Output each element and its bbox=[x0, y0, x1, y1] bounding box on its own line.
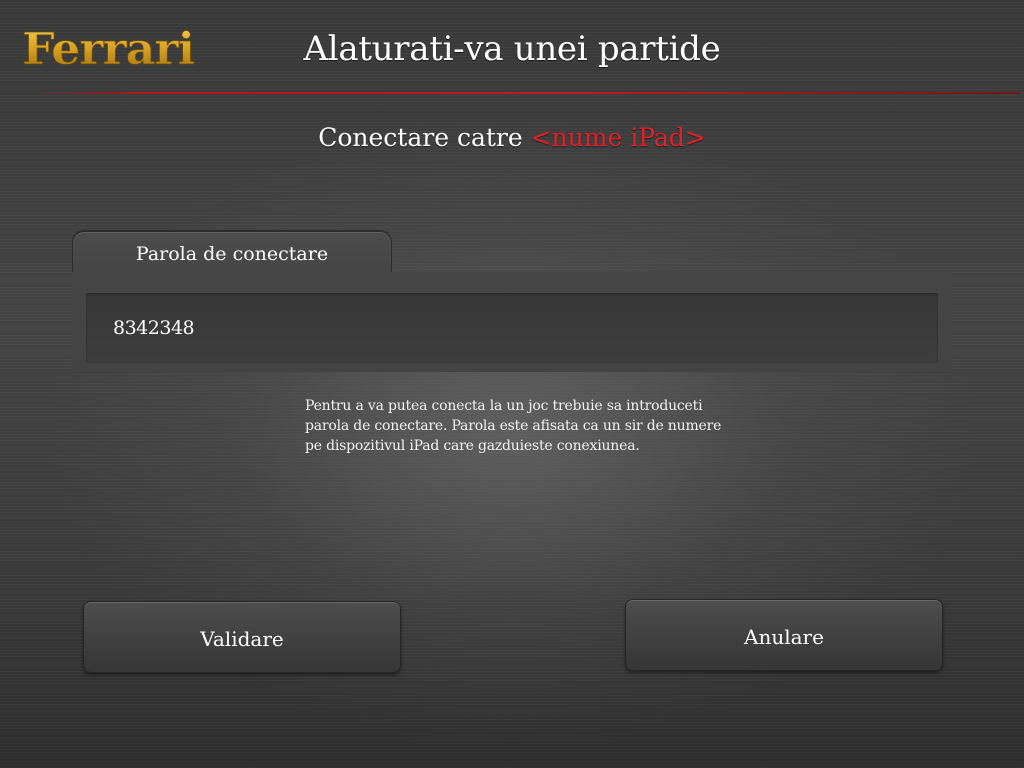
password-tab: Parola de conectare bbox=[72, 231, 392, 274]
validate-button[interactable]: Validare bbox=[83, 601, 401, 673]
header-divider bbox=[30, 92, 1020, 94]
connection-prefix: Conectare catre bbox=[318, 123, 523, 152]
page-title: Alaturati-va unei partide bbox=[303, 29, 721, 69]
help-text: Pentru a va putea conecta la un joc treb… bbox=[305, 398, 722, 454]
connection-target: Conectare catre <nume iPad> bbox=[0, 120, 1024, 156]
password-tab-label: Parola de conectare bbox=[135, 243, 329, 265]
ferrari-logo: Ferrari bbox=[22, 26, 196, 70]
svg-text:Ferrari: Ferrari bbox=[22, 26, 194, 70]
password-input[interactable] bbox=[86, 293, 938, 363]
connection-device-name: <nume iPad> bbox=[530, 123, 706, 152]
cancel-button[interactable]: Anulare bbox=[625, 599, 943, 671]
